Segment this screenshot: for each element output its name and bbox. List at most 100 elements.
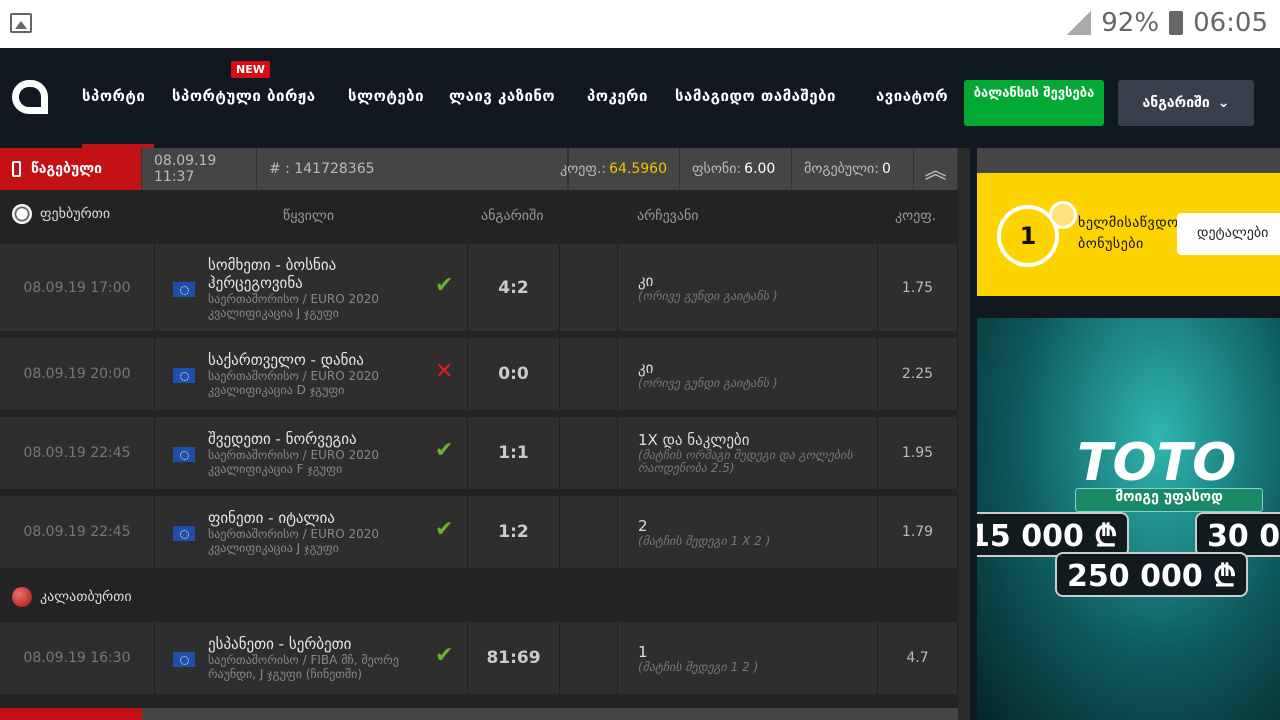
event-date: 08.09.19 20:00 [0,338,155,410]
check-icon: ✔ [435,438,454,463]
toto-logo: TOTO [1077,433,1237,493]
toto-subtitle: მოიგე უფასოდ [1075,488,1263,512]
event-name[interactable]: ფინეთი - იტალია [208,509,433,527]
event-date: 08.09.19 17:00 [0,244,155,331]
collapse-chevrons-icon[interactable]: ︽ [914,148,958,190]
bonus-count-ring: 1 [997,201,1077,267]
check-icon: ✔ [435,643,454,668]
bonus-details-button[interactable]: დეტალები [1177,213,1280,255]
chevron-down-icon: ⌄ [1217,95,1230,111]
choice-description: (მატჩის შედეგი 1 X 2 ) [638,533,771,548]
ticket-header[interactable]: წაგებული 08.09.19 11:37 # : 141728365 კო… [0,148,958,190]
event-name[interactable]: შვედეთი - ნორვეგია [208,430,433,448]
choice-cell: კი (ორივე გუნდი გაიტანს ) [618,338,878,410]
sport-name: კალათბურთი [40,589,132,605]
row-odds: 1.75 [878,244,958,331]
event-score: 4:2 [468,244,560,331]
empty-cell [560,338,618,410]
stake-label: ფსონი: [692,161,742,177]
event-date: 08.09.19 22:45 [0,417,155,489]
check-icon: ✔ [435,272,454,298]
sidebar-scrollbar[interactable] [958,148,970,720]
column-score: ანგარიში [481,208,544,224]
nav-item[interactable]: პოკერი [587,87,648,105]
international-flag-icon [173,281,195,297]
empty-cell [560,622,618,694]
prize-3: 250 000 ₾ [1055,552,1249,597]
choice-cell: 1 (მატჩის შედეგი 1 2 ) [618,622,878,694]
event-league: საერთაშორისო / FIBA მჩ, მეორე რაუნდი, J … [208,653,399,681]
signal-icon [1067,11,1092,35]
event-cell: შვედეთი - ნორვეგია საერთაშორისო / EURO 20… [155,417,468,489]
international-flag-icon [173,526,195,541]
international-flag-icon [173,368,195,383]
event-name[interactable]: სომხეთი - ბოსნია ჰერცეგოვინა [208,256,433,292]
bet-row[interactable]: 08.09.19 20:00 საქართველო - დანია საერთაშ… [0,338,958,410]
ticket-id: # : 141728365 [257,148,568,190]
event-league: საერთაშორისო / EURO 2020 კვალიფიკაცია J … [208,291,379,320]
gift-icon [1049,201,1077,229]
event-name[interactable]: საქართველო - დანია [208,351,433,369]
prize-1: 15 000 ₾ [977,512,1130,557]
odds-label: კოეფ.: [560,161,607,177]
stake-value: 6.00 [744,161,776,177]
gallery-notification-icon [10,13,32,33]
column-header: წყვილი ანგარიში არჩევანი კოეფ. [0,190,958,242]
bet-row[interactable]: 08.09.19 22:45 შვედეთი - ნორვეგია საერთაშ… [0,417,958,489]
nav-item[interactable]: ავიატორ [876,87,956,105]
win-label: მოგებული: [804,161,879,177]
battery-percent: 92% [1101,8,1160,38]
choice-description: (ორივე გუნდი გაიტანს ) [638,289,778,303]
row-odds: 2.25 [878,338,958,410]
nav-item[interactable]: სპორტული ბირჟა [172,87,316,105]
bonus-text-line1: ხელმისაწვდომი [1078,215,1188,231]
toto-promo-banner[interactable]: TOTO მოიგე უფასოდ 15 000 ₾ 30 000 ₾ 250 … [977,318,1280,720]
new-badge: NEW [231,61,270,78]
international-flag-icon [173,447,195,462]
choice-description: (მატჩის ორმაგი შედეგი და გოლების რაოდენო… [638,448,853,475]
nav-item[interactable]: სამაგიდო თამაშები [675,87,836,105]
international-flag-icon [173,652,195,667]
ticket-odds: კოეფ.: 64.5960 [560,148,680,190]
next-ticket-header[interactable] [0,708,958,720]
event-league: საერთაშორისო / EURO 2020 კვალიფიკაცია D … [208,369,379,397]
event-date: 08.09.19 16:30 [0,622,155,694]
status-bar: 92% 06:05 [0,0,1280,48]
bet-row[interactable]: 08.09.19 16:30 ესპანეთი - სერბეთი საერთაშ… [0,622,958,694]
empty-cell [560,417,618,489]
sidebar-top-bar [977,148,1280,173]
ticket-status: წაგებული [0,148,142,190]
deposit-button[interactable]: ბალანსის შევსება [964,80,1104,126]
brand-logo[interactable] [12,80,48,114]
bonus-banner[interactable]: 1 ხელმისაწვდომი ბონუსები დეტალები [977,173,1280,296]
empty-cell [560,496,618,568]
ticket-status-label: წაგებული [31,161,103,177]
row-odds: 1.79 [878,496,958,568]
event-cell: სომხეთი - ბოსნია ჰერცეგოვინა საერთაშორისო… [155,244,468,331]
choice-name: 1 [638,642,648,661]
football-icon [12,204,32,224]
event-cell: საქართველო - დანია საერთაშორისო / EURO 20… [155,338,468,410]
event-cell: ესპანეთი - სერბეთი საერთაშორისო / FIBA მჩ… [155,622,468,694]
event-score: 1:1 [468,417,560,489]
event-score: 1:2 [468,496,560,568]
empty-cell [560,244,618,331]
win-value: 0 [882,161,891,177]
choice-name: 1X და ნაკლები [638,431,750,449]
bet-row[interactable]: 08.09.19 17:00 სომხეთი - ბოსნია ჰერცეგოვ… [0,244,958,331]
nav-item[interactable]: ლაივ კაზინო [449,87,555,105]
nav-item[interactable]: სლოტები [348,87,424,105]
clock: 06:05 [1193,8,1268,38]
account-button[interactable]: ანგარიში ⌄ [1118,80,1254,126]
choice-name: 2 [638,516,648,535]
sport-header: ფეხბურთი [12,204,110,224]
choice-name: კი [638,358,654,377]
choice-description: (მატჩის შედეგი 1 2 ) [638,659,759,674]
row-odds: 1.95 [878,417,958,489]
choice-name: კი [638,272,654,290]
event-name[interactable]: ესპანეთი - სერბეთი [208,635,433,653]
nav-item[interactable]: სპორტი [82,87,145,105]
next-ticket-status [0,708,142,720]
check-icon: ✔ [435,517,454,542]
bet-row[interactable]: 08.09.19 22:45 ფინეთი - იტალია საერთაშორი… [0,496,958,568]
